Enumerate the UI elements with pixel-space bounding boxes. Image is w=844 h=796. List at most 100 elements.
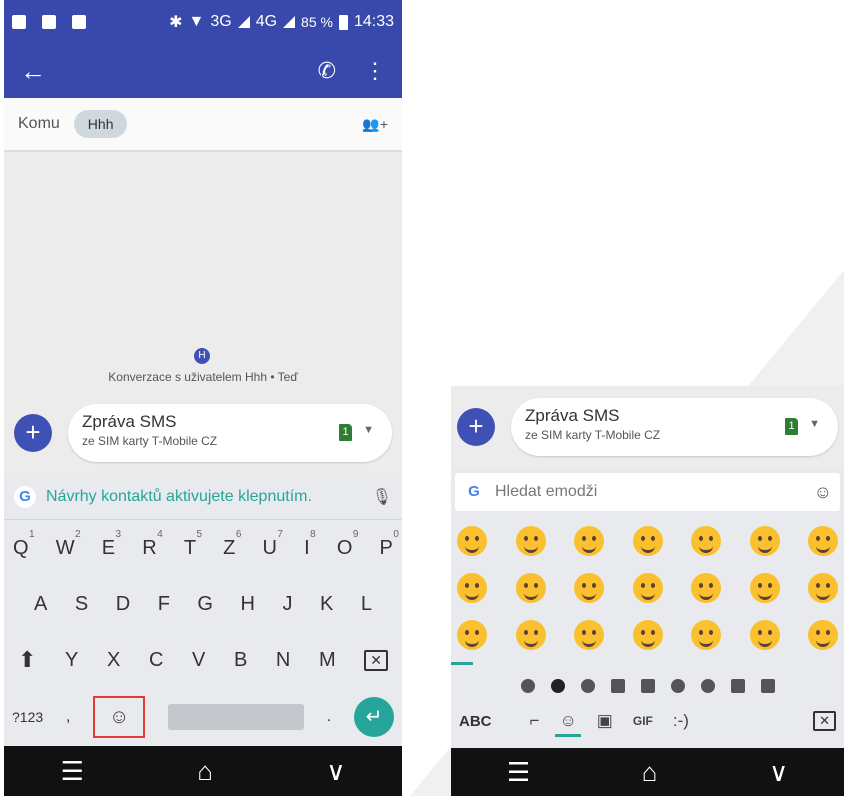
emoji-item[interactable] (515, 572, 546, 603)
objects-icon[interactable] (700, 679, 715, 693)
back-chevron-icon-2[interactable]: ∨ (769, 757, 788, 788)
emoji-item[interactable] (574, 572, 604, 603)
flags-icon[interactable] (760, 679, 775, 693)
period-key[interactable]: . (327, 708, 331, 726)
comma-key[interactable]: , (66, 708, 70, 726)
key-c[interactable]: C (149, 649, 163, 672)
sim-icon[interactable]: 1 (339, 424, 352, 441)
emoji-item[interactable] (749, 525, 780, 556)
key-j[interactable]: J (282, 593, 292, 616)
spacebar[interactable] (167, 704, 304, 730)
emoji-item[interactable] (457, 525, 487, 556)
emoji-search-bar[interactable]: G Hledat emodži ☺ (455, 473, 840, 511)
key-k[interactable]: K (320, 593, 333, 616)
chevron-down-icon[interactable]: ▼ (363, 424, 374, 436)
key-n[interactable]: N (276, 649, 290, 672)
key-s[interactable]: S (75, 593, 88, 616)
emoji-item[interactable] (632, 572, 663, 603)
home-icon-2[interactable]: ⌂ (642, 757, 658, 788)
emoji-item[interactable] (515, 619, 546, 650)
keyboard-row-3: ⬆ Y X C V B N M ✕ (4, 632, 402, 688)
gif-tab[interactable]: GIF (633, 714, 653, 728)
arrow-back-icon[interactable]: ← (20, 56, 46, 87)
back-chevron-icon[interactable]: ∨ (326, 756, 345, 787)
key-q[interactable]: Q1 (13, 529, 35, 560)
add-person-icon[interactable]: 👥+ (362, 116, 388, 133)
phone-icon[interactable]: ✆ (318, 58, 336, 84)
emoji-item[interactable] (749, 572, 780, 603)
emoticon-tab[interactable]: :-) (673, 711, 689, 731)
suggestion-text[interactable]: Návrhy kontaktů aktivujete klepnutím. (46, 488, 312, 506)
add-attachment-button-2[interactable]: + (457, 408, 495, 446)
key-a[interactable]: A (34, 593, 47, 616)
key-o[interactable]: O9 (337, 529, 359, 560)
key-v[interactable]: V (192, 649, 205, 672)
menu-icon-2[interactable]: ☰ (507, 757, 530, 788)
key-f[interactable]: F (158, 593, 170, 616)
key-x[interactable]: X (107, 649, 120, 672)
abc-button[interactable]: ABC (459, 713, 492, 730)
sim-icon-2[interactable]: 1 (785, 418, 798, 435)
activity-icon[interactable] (670, 679, 685, 693)
enter-button[interactable]: ↵ (353, 697, 394, 737)
backspace-icon[interactable]: ✕ (364, 649, 388, 671)
more-vert-icon[interactable]: ⋮ (364, 58, 386, 84)
google-icon[interactable]: G (14, 485, 36, 508)
key-h[interactable]: H (241, 593, 255, 616)
emoji-item[interactable] (808, 572, 838, 603)
emoji-item[interactable] (574, 619, 604, 650)
key-y[interactable]: Y (65, 649, 78, 672)
backspace-icon-2[interactable]: ✕ (813, 711, 836, 731)
key-r[interactable]: R4 (142, 529, 162, 560)
travel-icon[interactable] (640, 679, 655, 693)
home-icon[interactable]: ⌂ (197, 756, 213, 787)
emoji-item[interactable] (574, 525, 604, 556)
emoji-item[interactable] (632, 525, 663, 556)
key-m[interactable]: M (319, 649, 336, 672)
chevron-down-icon-2[interactable]: ▼ (809, 418, 820, 430)
emoji-item[interactable] (515, 525, 546, 556)
key-t[interactable]: T5 (184, 529, 202, 560)
key-i[interactable]: I8 (304, 529, 316, 560)
key-g[interactable]: G (197, 593, 213, 616)
emoji-item[interactable] (808, 525, 838, 556)
key-e[interactable]: E3 (102, 529, 121, 560)
recent-icon[interactable] (520, 679, 535, 693)
key-b[interactable]: B (234, 649, 247, 672)
emoji-search-placeholder: Hledat emodži (495, 483, 598, 500)
bitmoji-icon[interactable]: ▣ (597, 711, 613, 731)
recipient-chip[interactable]: Hhh (73, 110, 128, 138)
nature-icon[interactable] (580, 679, 595, 693)
symbols-key[interactable]: ?123 (12, 709, 43, 725)
symbols-icon[interactable] (730, 679, 745, 693)
emoji-item[interactable] (691, 572, 721, 603)
emoji-bottom-bar: ABC ⌐ ☺ ▣ GIF :-) ✕ (451, 701, 844, 741)
shift-icon[interactable]: ⬆ (18, 647, 36, 673)
key-w[interactable]: W2 (56, 529, 81, 560)
sticker-icon[interactable]: ⌐ (530, 711, 540, 731)
emoji-item[interactable] (632, 619, 663, 650)
battery-icon (338, 14, 348, 30)
emoji-item[interactable] (691, 525, 721, 556)
emoji-button[interactable]: ☺ (93, 696, 146, 738)
emoji-item[interactable] (808, 619, 838, 650)
emoji-item[interactable] (691, 619, 721, 650)
message-input[interactable]: Zpráva SMS ze SIM karty T-Mobile CZ 1 ▼ (68, 404, 392, 462)
cast-icon (72, 15, 86, 29)
key-z[interactable]: Z6 (223, 529, 241, 560)
food-icon[interactable] (610, 679, 625, 693)
key-p[interactable]: P0 (380, 529, 399, 560)
microphone-icon[interactable]: 🎙 (372, 487, 392, 507)
emoji-item[interactable] (457, 619, 487, 650)
message-input-2[interactable]: Zpráva SMS ze SIM karty T-Mobile CZ 1 ▼ (511, 398, 838, 456)
emoji-item[interactable] (457, 572, 487, 603)
emoji-tab-icon[interactable]: ☺ (555, 711, 582, 737)
add-attachment-button[interactable]: + (14, 414, 52, 452)
keyboard: G Návrhy kontaktů aktivujete klepnutím. … (4, 474, 402, 746)
key-l[interactable]: L (361, 593, 372, 616)
key-d[interactable]: D (116, 593, 130, 616)
menu-icon[interactable]: ☰ (61, 756, 84, 787)
emoji-item[interactable] (749, 619, 780, 650)
key-u[interactable]: U7 (263, 529, 283, 560)
smileys-icon[interactable] (550, 679, 565, 693)
